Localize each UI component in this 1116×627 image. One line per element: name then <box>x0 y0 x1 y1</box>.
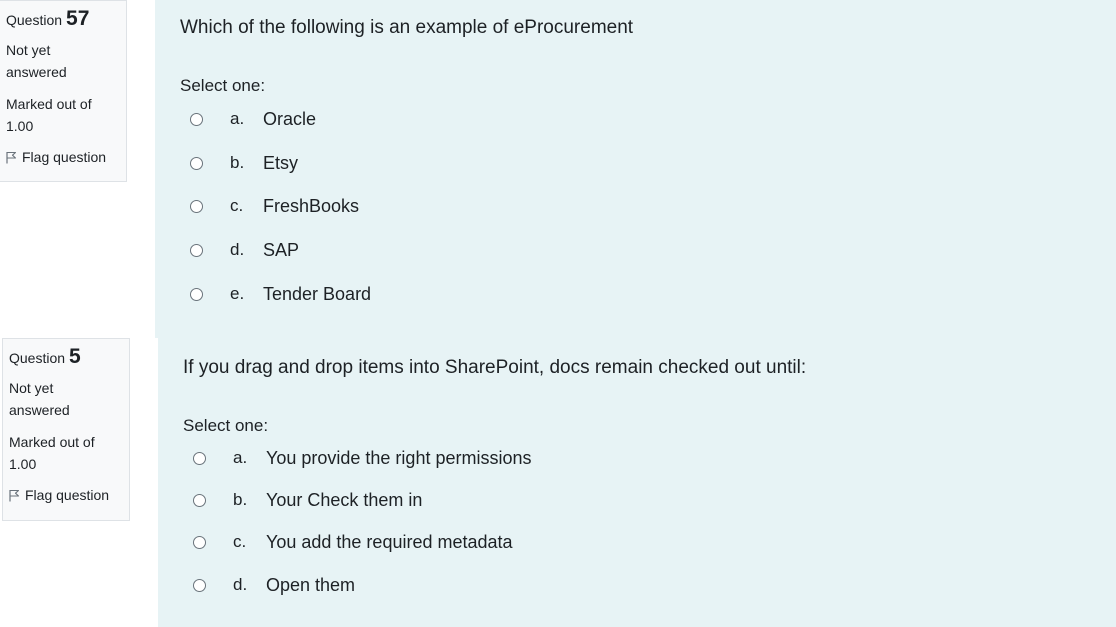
answer-letter: d. <box>230 240 245 259</box>
question-content: If you drag and drop items into SharePoi… <box>158 338 1116 627</box>
answer-option[interactable]: a. You provide the right permissions <box>193 447 693 469</box>
question-info-panel: Question 5 Not yet answered Marked out of… <box>2 338 130 521</box>
select-one-prompt: Select one: <box>180 76 266 95</box>
answer-text: Oracle <box>263 108 317 129</box>
question-number: Question 5 <box>9 345 123 369</box>
flag-question-button[interactable]: Flag question <box>6 149 120 165</box>
answer-text: Open them <box>266 574 356 595</box>
answer-option[interactable]: b. Etsy <box>190 152 590 174</box>
answer-text: You provide the right permissions <box>266 447 532 468</box>
radio-button[interactable] <box>190 156 203 170</box>
answer-option[interactable]: c. FreshBooks <box>190 195 590 217</box>
answer-text: You add the required metadata <box>266 531 513 552</box>
flag-question-button[interactable]: Flag question <box>9 487 123 503</box>
radio-button[interactable] <box>190 287 203 301</box>
answer-letter: e. <box>230 284 245 303</box>
question-57: Question 57 Not yet answered Marked out o… <box>0 0 1116 338</box>
radio-button[interactable] <box>190 243 203 257</box>
question-number-value: 5 <box>69 345 81 368</box>
flag-question-label: Flag question <box>22 149 107 165</box>
question-info-panel: Question 57 Not yet answered Marked out o… <box>0 0 127 182</box>
answer-option[interactable]: a. Oracle <box>190 108 590 130</box>
answer-text: SAP <box>263 239 300 260</box>
answer-letter: a. <box>230 109 245 128</box>
question-grade: Marked out of 1.00 <box>6 96 92 134</box>
answer-text: Tender Board <box>263 283 372 304</box>
question-grade: Marked out of 1.00 <box>9 434 95 472</box>
answer-letter: d. <box>233 575 248 594</box>
question-state: Not yet answered <box>9 380 70 418</box>
answer-letter: b. <box>230 153 245 172</box>
answer-option[interactable]: c. You add the required metadata <box>193 531 693 553</box>
answer-text: FreshBooks <box>263 195 360 216</box>
question-number: Question 57 <box>6 7 120 31</box>
radio-button[interactable] <box>193 493 206 507</box>
answer-letter: c. <box>230 196 244 215</box>
answer-option[interactable]: d. SAP <box>190 239 590 261</box>
flag-question-label: Flag question <box>25 487 110 503</box>
flag-icon <box>6 151 17 163</box>
radio-button[interactable] <box>193 451 206 465</box>
answer-letter: b. <box>233 490 248 509</box>
question-text: Which of the following is an example of … <box>180 17 634 38</box>
question-label: Question <box>6 12 63 28</box>
flag-icon <box>9 489 20 501</box>
question-label: Question <box>9 350 66 366</box>
answer-option[interactable]: e. Tender Board <box>190 283 590 305</box>
radio-button[interactable] <box>193 535 206 549</box>
question-number-value: 57 <box>66 7 90 30</box>
radio-button[interactable] <box>190 112 203 126</box>
answer-option[interactable]: b. Your Check them in <box>193 489 693 511</box>
question-text: If you drag and drop items into SharePoi… <box>183 357 807 378</box>
answer-text: Etsy <box>263 152 299 173</box>
answer-option[interactable]: d. Open them <box>193 574 693 596</box>
question-content: Which of the following is an example of … <box>155 0 1116 338</box>
select-one-prompt: Select one: <box>183 416 269 435</box>
radio-button[interactable] <box>193 578 206 592</box>
answer-letter: c. <box>233 532 247 551</box>
answer-letter: a. <box>233 448 248 467</box>
answer-text: Your Check them in <box>266 489 423 510</box>
radio-button[interactable] <box>190 199 203 213</box>
question-state: Not yet answered <box>6 42 67 80</box>
question-5: Question 5 Not yet answered Marked out of… <box>0 338 1116 627</box>
